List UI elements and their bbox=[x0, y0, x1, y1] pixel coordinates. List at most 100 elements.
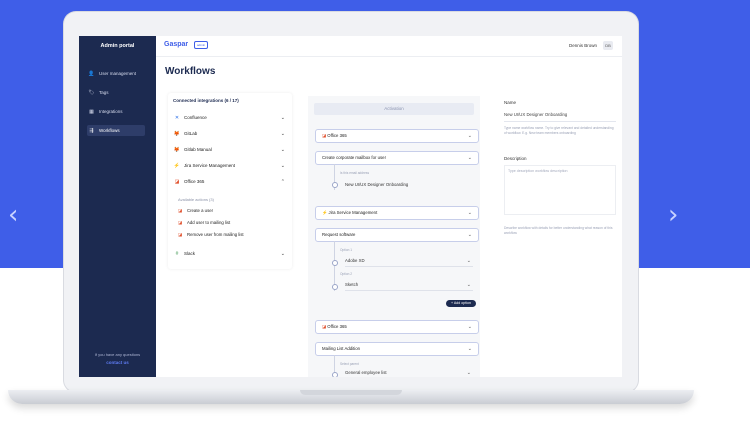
chevron-down-icon[interactable]: ⌄ bbox=[281, 113, 285, 123]
step-action-create-mailbox[interactable]: Create corporate mailbox for user ⌄ bbox=[315, 151, 479, 165]
logo-badge: admin bbox=[194, 41, 209, 49]
office-icon: ◪ bbox=[178, 232, 183, 237]
option-value: Adobe XD bbox=[345, 258, 365, 263]
integration-label: Confluence bbox=[184, 115, 207, 120]
user-icon: 👤 bbox=[88, 71, 95, 77]
option-2-select[interactable]: Sketch ⌄ bbox=[345, 280, 473, 291]
office-icon: ◪ bbox=[178, 220, 183, 225]
integration-label: GitLab bbox=[184, 131, 198, 136]
step-action-mailing-list[interactable]: Mailing List Addition ⌄ bbox=[315, 342, 479, 356]
app-screen: Admin portal 👤 User management 🏷 Tags ▦ Int… bbox=[79, 36, 622, 377]
chevron-down-icon[interactable]: ⌄ bbox=[468, 130, 472, 142]
confluence-icon: ✕ bbox=[174, 115, 180, 121]
laptop-notch bbox=[300, 390, 402, 395]
gitlab-icon: 🦊 bbox=[173, 131, 181, 137]
office-icon: ◪ bbox=[174, 179, 180, 185]
step-app-jira[interactable]: ⚡ Jira Service Management ⌄ bbox=[315, 206, 479, 220]
description-textarea[interactable]: Type description workflow description bbox=[504, 165, 616, 215]
option-label: Option 2 bbox=[340, 272, 353, 276]
chevron-down-icon[interactable]: ⌄ bbox=[468, 229, 472, 241]
action-remove-user-mailing-list[interactable]: ◪ Remove user from mailing list bbox=[178, 230, 288, 239]
integration-gitlab[interactable]: 🦊 GitLab ⌄ bbox=[173, 129, 287, 139]
connector-dot bbox=[332, 284, 338, 290]
available-actions-label: Available actions (3) bbox=[178, 197, 214, 202]
integration-slack[interactable]: # Slack ⌄ bbox=[173, 249, 287, 259]
sidebar-item-integrations[interactable]: ▦ Integrations bbox=[87, 106, 145, 117]
chevron-down-icon[interactable]: ⌄ bbox=[468, 207, 472, 219]
office-icon: ◪ bbox=[178, 208, 183, 213]
sidebar: Admin portal 👤 User management 🏷 Tags ▦ Int… bbox=[79, 36, 156, 377]
sidebar-title: Admin portal bbox=[100, 43, 135, 49]
param-label: Is this email address bbox=[340, 171, 370, 175]
integration-jira-service-management[interactable]: ⚡ Jira Service Management ⌄ bbox=[173, 161, 287, 171]
carousel-next-icon[interactable]: › bbox=[668, 200, 678, 230]
avatar[interactable]: DB bbox=[603, 41, 613, 50]
action-label: Create a user bbox=[187, 208, 214, 213]
sidebar-item-label: Integrations bbox=[99, 109, 123, 114]
step-app-label: Jira Service Management bbox=[328, 210, 378, 215]
chevron-down-icon[interactable]: ⌄ bbox=[281, 161, 285, 171]
integration-office-365[interactable]: ◪ Office 365 ⌃ bbox=[173, 177, 287, 187]
page-title: Workflows bbox=[165, 66, 216, 77]
step-action-label: Create corporate mailbox for user bbox=[322, 155, 387, 160]
connector-dot bbox=[332, 372, 338, 377]
param-value: General employee list bbox=[345, 370, 387, 375]
contact-us-link[interactable]: contact us bbox=[79, 360, 156, 365]
step-action-request-software[interactable]: Request software ⌄ bbox=[315, 228, 479, 242]
chevron-up-icon[interactable]: ⌃ bbox=[281, 177, 285, 187]
chevron-down-icon[interactable]: ⌄ bbox=[467, 280, 471, 290]
connected-integrations-panel: Connected integrations (6 / 17) ✕ Conflue… bbox=[168, 93, 292, 269]
sidebar-item-tags[interactable]: 🏷 Tags bbox=[87, 87, 145, 98]
action-add-user-mailing-list[interactable]: ◪ Add user to mailing list bbox=[178, 218, 288, 227]
step-app-office-365[interactable]: ◪ Office 365 ⌄ bbox=[315, 129, 479, 143]
option-1-select[interactable]: Adobe XD ⌄ bbox=[345, 256, 473, 267]
app-logo[interactable]: Gaspar bbox=[164, 41, 188, 48]
chevron-down-icon[interactable]: ⌄ bbox=[468, 152, 472, 164]
sidebar-help-text: If you have any questions bbox=[94, 352, 141, 357]
integration-confluence[interactable]: ✕ Confluence ⌄ bbox=[173, 113, 287, 123]
action-create-user[interactable]: ◪ Create a user bbox=[178, 206, 288, 215]
action-label: Remove user from mailing list bbox=[187, 232, 244, 237]
option-label: Option 1 bbox=[340, 248, 353, 252]
chevron-down-icon[interactable]: ⌄ bbox=[467, 256, 471, 266]
sidebar-item-user-management[interactable]: 👤 User management bbox=[87, 68, 145, 79]
chevron-down-icon[interactable]: ⌄ bbox=[281, 249, 285, 259]
activation-step[interactable]: Activation bbox=[314, 103, 474, 115]
option-value: Sketch bbox=[345, 282, 359, 287]
chevron-down-icon[interactable]: ⌄ bbox=[281, 129, 285, 139]
param-label: Select parent bbox=[340, 362, 359, 366]
action-label: Add user to mailing list bbox=[187, 220, 231, 225]
name-help-text: Type name workflow name. Try to give rel… bbox=[504, 126, 614, 135]
connector-dot bbox=[332, 182, 338, 188]
sidebar-item-label: User management bbox=[99, 71, 137, 76]
sidebar-item-workflows[interactable]: ⇶ Workflows bbox=[87, 125, 145, 136]
param-value-field[interactable]: New UI/UX Designer Onboarding bbox=[345, 180, 478, 190]
add-option-button[interactable]: + Add option bbox=[446, 300, 476, 307]
connector-dot bbox=[332, 260, 338, 266]
top-bar: Gaspar admin Dennis Brown DB bbox=[156, 36, 622, 57]
integration-gitlab-manual[interactable]: 🦊 Gitlab Manual ⌄ bbox=[173, 145, 287, 155]
gitlab-icon: 🦊 bbox=[173, 147, 181, 153]
name-label: Name bbox=[504, 100, 517, 105]
carousel-prev-icon[interactable]: ‹ bbox=[8, 200, 18, 230]
parent-select[interactable]: General employee list ⌄ bbox=[345, 368, 473, 377]
integration-label: Office 365 bbox=[184, 179, 205, 184]
grid-icon: ▦ bbox=[89, 109, 94, 115]
tag-icon: 🏷 bbox=[88, 90, 95, 96]
chevron-down-icon[interactable]: ⌄ bbox=[468, 321, 472, 333]
chevron-down-icon[interactable]: ⌄ bbox=[468, 343, 472, 355]
step-app-label: Office 365 bbox=[327, 133, 347, 138]
chevron-down-icon[interactable]: ⌄ bbox=[467, 368, 471, 377]
integrations-title: Connected integrations (6 / 17) bbox=[173, 98, 239, 103]
step-action-label: Request software bbox=[322, 232, 356, 237]
workflow-icon: ⇶ bbox=[89, 128, 94, 134]
integration-label: Jira Service Management bbox=[184, 163, 236, 168]
workflow-name-input[interactable]: New UI/UX Designer Onboarding bbox=[504, 109, 616, 122]
integration-label: Slack bbox=[184, 251, 196, 256]
step-app-office-365[interactable]: ◪ Office 365 ⌄ bbox=[315, 320, 479, 334]
chevron-down-icon[interactable]: ⌄ bbox=[281, 145, 285, 155]
description-label: Description bbox=[504, 156, 527, 161]
slack-icon: # bbox=[175, 251, 179, 257]
sidebar-item-label: Tags bbox=[99, 90, 109, 95]
user-name[interactable]: Dennis Brown bbox=[569, 43, 597, 48]
